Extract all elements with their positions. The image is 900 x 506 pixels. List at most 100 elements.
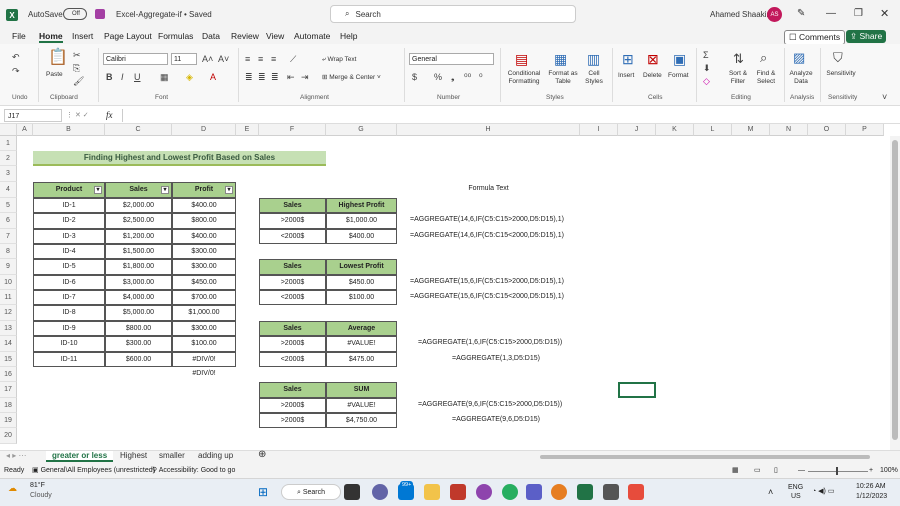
- increase-decimal-icon[interactable]: ⁰⁰: [464, 72, 471, 82]
- close-icon[interactable]: ✕: [880, 7, 889, 20]
- table-cell[interactable]: $300.00: [172, 259, 236, 275]
- table-cell[interactable]: $1,200.00: [105, 229, 172, 244]
- table-cell[interactable]: $800.00: [172, 213, 236, 229]
- table-cell[interactable]: $1,500.00: [105, 244, 172, 259]
- row-header-13[interactable]: 13: [0, 321, 17, 336]
- table-cell[interactable]: $400.00: [172, 229, 236, 244]
- table-cell[interactable]: ID-8: [33, 305, 105, 321]
- comma-icon[interactable]: ❟: [451, 72, 455, 82]
- teams-chat-icon[interactable]: [526, 484, 542, 500]
- autosum-icon[interactable]: Σ: [703, 50, 709, 60]
- save-icon[interactable]: [95, 9, 105, 19]
- menu-data[interactable]: Data: [202, 31, 220, 41]
- column-header-g[interactable]: G: [326, 124, 397, 136]
- table-header-sales[interactable]: Sales ▾: [105, 182, 172, 198]
- windows-start-icon[interactable]: ⊞: [258, 485, 268, 499]
- add-sheet-icon[interactable]: ⊕: [258, 449, 266, 460]
- table-cell[interactable]: ID-10: [33, 336, 105, 352]
- row-header-15[interactable]: 15: [0, 352, 17, 367]
- summary-header[interactable]: Average: [326, 321, 397, 336]
- tab-smaller[interactable]: smaller: [159, 451, 185, 460]
- row-header-12[interactable]: 12: [0, 305, 17, 321]
- row-header-7[interactable]: 7: [0, 229, 17, 244]
- table-cell[interactable]: $1,800.00: [105, 259, 172, 275]
- minimize-icon[interactable]: —: [826, 8, 836, 19]
- row-header-6[interactable]: 6: [0, 213, 17, 229]
- app-icon[interactable]: [450, 484, 466, 500]
- table-cell[interactable]: ID-9: [33, 321, 105, 336]
- row-header-14[interactable]: 14: [0, 336, 17, 352]
- row-header-16[interactable]: 16: [0, 367, 17, 382]
- zoom-in-icon[interactable]: +: [869, 464, 873, 478]
- weather-icon[interactable]: ☁: [8, 483, 17, 493]
- column-header-i[interactable]: I: [580, 124, 618, 136]
- zoom-out-icon[interactable]: —: [798, 464, 805, 478]
- zoom-level[interactable]: 100%: [880, 464, 898, 478]
- network-volume-icons[interactable]: ◔ ◀) ▭: [812, 485, 834, 499]
- pen-icon[interactable]: ✎: [797, 8, 805, 19]
- sort-filter-icon[interactable]: ⇅: [733, 52, 744, 65]
- filter-dropdown-icon[interactable]: ▾: [94, 186, 102, 194]
- filter-dropdown-icon[interactable]: ▾: [161, 186, 169, 194]
- table-cell[interactable]: $450.00: [172, 275, 236, 290]
- formula-text[interactable]: =AGGREGATE(15,6,IF(C5:C15>2000,D5:D15),1…: [410, 275, 593, 290]
- merge-center-button[interactable]: ⊞ Merge & Center ˅: [322, 74, 381, 82]
- table-cell[interactable]: $600.00: [105, 352, 172, 367]
- formula-input[interactable]: [122, 109, 886, 122]
- clock-date[interactable]: 1/12/2023: [856, 492, 887, 502]
- format-painter-icon[interactable]: 🖌: [73, 76, 84, 86]
- menu-formulas[interactable]: Formulas: [158, 31, 193, 41]
- insert-button[interactable]: Insert: [618, 72, 634, 80]
- summary-header[interactable]: SUM: [326, 382, 397, 398]
- analyze-data-button[interactable]: Analyze Data: [786, 70, 816, 86]
- formula-text[interactable]: =AGGREGATE(9,6,D5:D15): [452, 413, 635, 428]
- file-explorer-icon[interactable]: [424, 484, 440, 500]
- excel-taskbar-icon[interactable]: [577, 484, 593, 500]
- decrease-font-icon[interactable]: A˅: [218, 54, 229, 64]
- format-as-table-button[interactable]: Format as Table: [546, 70, 580, 86]
- find-select-button[interactable]: Find & Select: [752, 70, 780, 86]
- row-header-9[interactable]: 9: [0, 259, 17, 275]
- chrome-icon[interactable]: [551, 484, 567, 500]
- percent-icon[interactable]: %: [434, 72, 442, 82]
- table-cell[interactable]: ID-5: [33, 259, 105, 275]
- task-view-icon[interactable]: [344, 484, 360, 500]
- font-size-select[interactable]: 11: [171, 53, 197, 65]
- summary-cell[interactable]: >2000$: [259, 275, 326, 290]
- row-header-2[interactable]: 2: [0, 151, 17, 166]
- align-right-icon[interactable]: ≣: [271, 72, 279, 82]
- vertical-scrollbar[interactable]: [890, 136, 900, 450]
- summary-cell[interactable]: <2000$: [259, 290, 326, 305]
- normal-view-icon[interactable]: ▦: [732, 464, 739, 478]
- formula-text[interactable]: =AGGREGATE(9,6,IF(C5:C15>2000,D5:D15)): [418, 398, 601, 413]
- name-box[interactable]: J17: [4, 109, 62, 122]
- fill-color-icon[interactable]: ◈: [186, 72, 193, 82]
- column-header-c[interactable]: C: [105, 124, 172, 136]
- sort-filter-button[interactable]: Sort & Filter: [724, 70, 752, 86]
- table-cell[interactable]: $4,000.00: [105, 290, 172, 305]
- column-header-j[interactable]: J: [618, 124, 656, 136]
- region[interactable]: US: [791, 492, 801, 502]
- format-table-icon[interactable]: ▦: [554, 52, 567, 66]
- table-cell[interactable]: ID-2: [33, 213, 105, 229]
- comments-button[interactable]: ☐ Comments: [784, 30, 846, 45]
- fill-icon[interactable]: ⬇: [703, 63, 711, 73]
- zoom-thumb[interactable]: [836, 467, 838, 475]
- formula-text[interactable]: =AGGREGATE(15,6,IF(C5:C15<2000,D5:D15),1…: [410, 290, 593, 305]
- summary-cell[interactable]: >2000$: [259, 398, 326, 413]
- summary-cell[interactable]: >2000$: [259, 213, 326, 229]
- format-button[interactable]: Format: [668, 72, 689, 80]
- row-header-19[interactable]: 19: [0, 413, 17, 428]
- decrease-decimal-icon[interactable]: ⁰: [479, 72, 483, 82]
- font-name-select[interactable]: Calibri: [103, 53, 168, 65]
- delete-cells-icon[interactable]: ⊠: [647, 52, 659, 66]
- table-cell[interactable]: ID-3: [33, 229, 105, 244]
- table-header-product[interactable]: Product ▾: [33, 182, 105, 198]
- menu-page-layout[interactable]: Page Layout: [104, 31, 152, 41]
- bold-icon[interactable]: B: [106, 72, 113, 82]
- summary-cell[interactable]: >2000$: [259, 413, 326, 428]
- collapse-ribbon-icon[interactable]: ˅: [882, 92, 887, 102]
- app-icon[interactable]: [603, 484, 619, 500]
- sensitivity-icon[interactable]: ⛉: [833, 51, 843, 64]
- sensitivity-label[interactable]: ▣ General\All Employees (unrestricted): [32, 464, 155, 478]
